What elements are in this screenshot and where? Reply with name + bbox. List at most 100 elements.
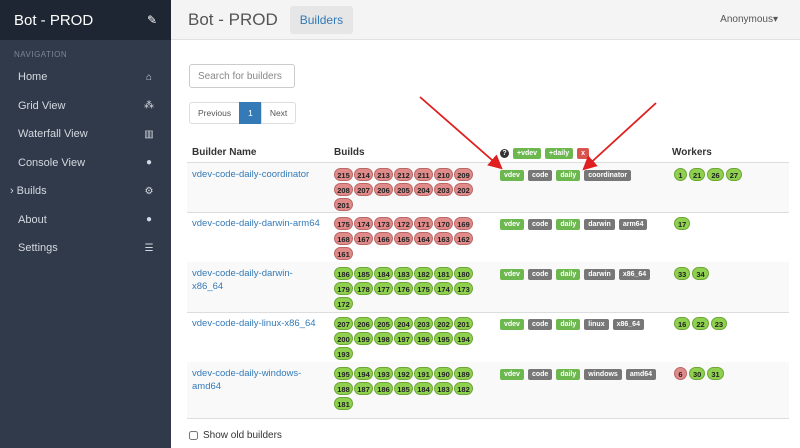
tag-daily[interactable]: daily	[556, 269, 581, 280]
builder-name-link[interactable]: vdev-code-daily-windows-amd64	[192, 367, 322, 393]
show-old-builders-checkbox[interactable]	[189, 431, 198, 440]
build-badge[interactable]: 188	[334, 382, 353, 395]
worker-badge[interactable]: 6	[674, 367, 687, 380]
build-badge[interactable]: 182	[454, 382, 473, 395]
build-badge[interactable]: 208	[334, 183, 353, 196]
build-badge[interactable]: 173	[374, 217, 393, 230]
tag-filter-vdev-button[interactable]: +vdev	[513, 148, 542, 159]
build-badge[interactable]: 166	[374, 232, 393, 245]
tag-darwin[interactable]: darwin	[584, 219, 615, 230]
build-badge[interactable]: 176	[394, 282, 413, 295]
worker-badge[interactable]: 30	[689, 367, 706, 380]
tag-linux[interactable]: linux	[584, 319, 609, 330]
build-badge[interactable]: 196	[414, 332, 433, 345]
tag-code[interactable]: code	[527, 369, 553, 380]
tag-x86-64[interactable]: x86_64	[618, 269, 651, 280]
build-badge[interactable]: 203	[434, 183, 453, 196]
build-badge[interactable]: 167	[354, 232, 373, 245]
pager-next-button[interactable]: Next	[260, 102, 297, 124]
build-badge[interactable]: 173	[454, 282, 473, 295]
worker-badge[interactable]: 31	[707, 367, 724, 380]
build-badge[interactable]: 213	[374, 168, 393, 181]
tag-code[interactable]: code	[527, 319, 553, 330]
worker-badge[interactable]: 16	[674, 317, 691, 330]
build-badge[interactable]: 202	[434, 317, 453, 330]
build-badge[interactable]: 175	[334, 217, 353, 230]
sidebar-item-builds[interactable]: › Builds ⚙	[0, 177, 171, 206]
tag-code[interactable]: code	[527, 170, 553, 181]
breadcrumb-builders[interactable]: Builders	[289, 5, 354, 34]
build-badge[interactable]: 172	[334, 297, 353, 310]
build-badge[interactable]: 206	[374, 183, 393, 196]
build-badge[interactable]: 187	[354, 382, 373, 395]
tag-coordinator[interactable]: coordinator	[584, 170, 632, 181]
tag-darwin[interactable]: darwin	[584, 269, 615, 280]
tag-vdev[interactable]: vdev	[500, 369, 524, 380]
sidebar-item-about[interactable]: About ●	[0, 206, 171, 235]
build-badge[interactable]: 190	[434, 367, 453, 380]
worker-badge[interactable]: 23	[710, 317, 728, 330]
build-badge[interactable]: 179	[334, 282, 353, 295]
build-badge[interactable]: 214	[354, 168, 373, 181]
worker-badge[interactable]: 1	[674, 168, 687, 181]
build-badge[interactable]: 170	[434, 217, 453, 230]
worker-badge[interactable]: 22	[692, 317, 709, 330]
build-badge[interactable]: 169	[454, 217, 473, 230]
build-badge[interactable]: 201	[334, 198, 353, 211]
build-badge[interactable]: 168	[334, 232, 353, 245]
tag-windows[interactable]: windows	[584, 369, 622, 380]
tag-daily[interactable]: daily	[556, 369, 581, 380]
sidebar-brand[interactable]: Bot - PROD ✎	[0, 0, 171, 40]
build-badge[interactable]: 186	[374, 382, 393, 395]
build-badge[interactable]: 199	[354, 332, 373, 345]
build-badge[interactable]: 200	[334, 332, 353, 345]
build-badge[interactable]: 201	[454, 317, 473, 330]
build-badge[interactable]: 165	[394, 232, 413, 245]
pager-page-button[interactable]: 1	[239, 102, 262, 124]
tag-vdev[interactable]: vdev	[500, 269, 524, 280]
build-badge[interactable]: 209	[454, 168, 473, 181]
builder-name-link[interactable]: vdev-code-daily-darwin-arm64	[192, 217, 322, 230]
worker-badge[interactable]: 17	[674, 217, 691, 230]
build-badge[interactable]: 197	[394, 332, 413, 345]
sidebar-item-home[interactable]: Home ⌂	[0, 63, 171, 92]
build-badge[interactable]: 162	[454, 232, 473, 245]
build-badge[interactable]: 164	[414, 232, 433, 245]
build-badge[interactable]: 215	[334, 168, 353, 181]
tag-daily[interactable]: daily	[556, 319, 581, 330]
build-badge[interactable]: 181	[434, 267, 453, 280]
build-badge[interactable]: 193	[334, 347, 353, 360]
user-menu[interactable]: Anonymous▾	[720, 14, 778, 25]
build-badge[interactable]: 163	[434, 232, 453, 245]
tag-arm64[interactable]: arm64	[618, 219, 648, 230]
sidebar-item-grid-view[interactable]: Grid View ⁂	[0, 92, 171, 121]
build-badge[interactable]: 195	[334, 367, 353, 380]
builder-name-link[interactable]: vdev-code-daily-darwin-x86_64	[192, 267, 322, 293]
build-badge[interactable]: 184	[374, 267, 393, 280]
sidebar-item-console-view[interactable]: Console View ●	[0, 149, 171, 178]
tag-x86-64[interactable]: x86_64	[612, 319, 644, 330]
pin-icon[interactable]: ✎	[147, 13, 157, 27]
build-badge[interactable]: 183	[394, 267, 413, 280]
build-badge[interactable]: 185	[394, 382, 413, 395]
build-badge[interactable]: 184	[414, 382, 433, 395]
help-icon[interactable]: ?	[500, 149, 509, 158]
build-badge[interactable]: 194	[454, 332, 473, 345]
build-badge[interactable]: 178	[354, 282, 373, 295]
build-badge[interactable]: 183	[434, 382, 453, 395]
build-badge[interactable]: 203	[414, 317, 433, 330]
builder-name-link[interactable]: vdev-code-daily-coordinator	[192, 168, 322, 181]
build-badge[interactable]: 185	[354, 267, 373, 280]
sidebar-item-settings[interactable]: Settings ☰	[0, 234, 171, 263]
build-badge[interactable]: 194	[354, 367, 373, 380]
build-badge[interactable]: 186	[334, 267, 353, 280]
build-badge[interactable]: 210	[434, 168, 453, 181]
build-badge[interactable]: 180	[454, 267, 473, 280]
tag-code[interactable]: code	[527, 269, 553, 280]
build-badge[interactable]: 175	[414, 282, 433, 295]
build-badge[interactable]: 206	[354, 317, 373, 330]
build-badge[interactable]: 204	[394, 317, 413, 330]
build-badge[interactable]: 198	[374, 332, 393, 345]
worker-badge[interactable]: 34	[692, 267, 709, 280]
build-badge[interactable]: 177	[374, 282, 393, 295]
